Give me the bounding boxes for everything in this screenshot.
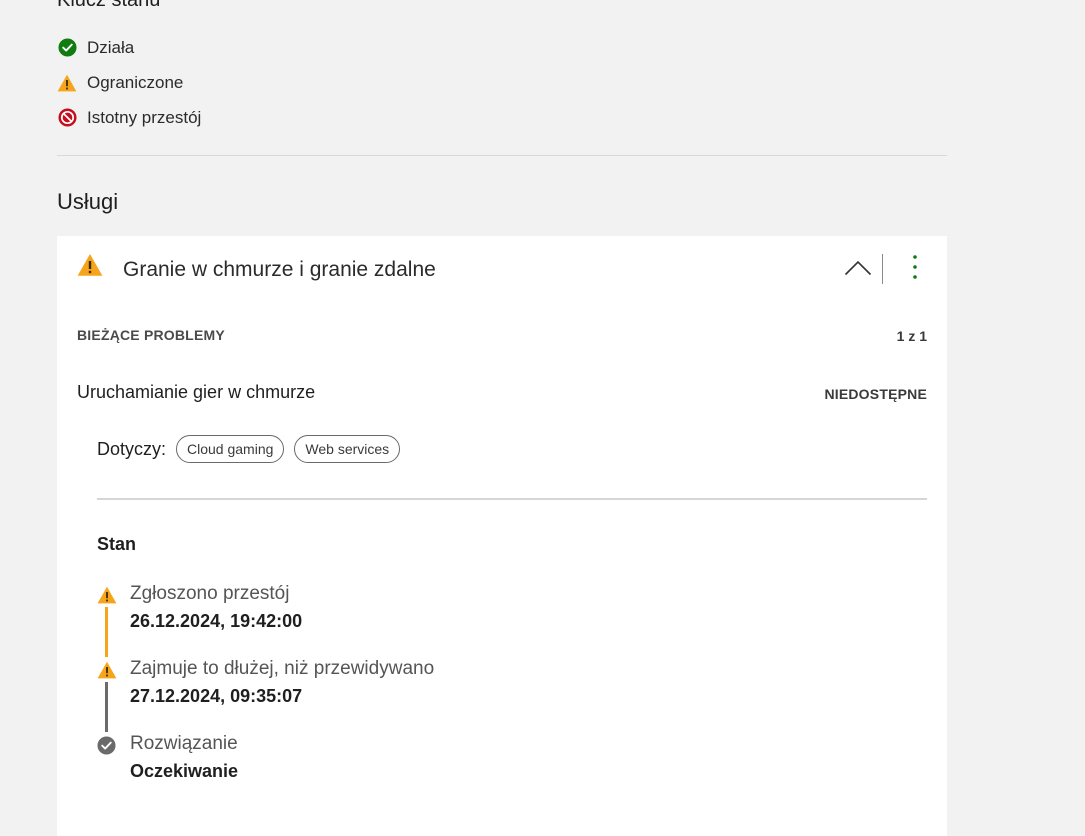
- timeline-item-text: Rozwiązanie: [130, 733, 238, 754]
- service-card-header[interactable]: Granie w chmurze i granie zdalne: [57, 236, 947, 304]
- legend-list: Działa Ograniczone Istotny przestój: [57, 30, 201, 135]
- affects-row: Dotyczy: Cloud gaming Web services: [97, 435, 410, 463]
- warning-triangle-icon: [97, 661, 117, 679]
- timeline-item-date: Oczekiwanie: [130, 761, 239, 781]
- current-issues-label: BIEŻĄCE PROBLEMY: [77, 327, 225, 343]
- timeline-item-date: 26.12.2024, 19:42:00: [130, 611, 303, 631]
- section-divider: [57, 155, 947, 156]
- services-title: Usługi: [57, 189, 119, 214]
- header-separator: [882, 254, 883, 284]
- warning-triangle-icon: [77, 253, 103, 277]
- service-card: Granie w chmurze i granie zdalne BIEŻĄCE…: [57, 236, 947, 836]
- blocked-circle-icon: [57, 108, 77, 128]
- issue-divider: [97, 498, 927, 500]
- affects-label: Dotyczy:: [97, 438, 167, 459]
- tag-cloud-gaming[interactable]: Cloud gaming: [176, 435, 285, 463]
- legend-item-label: Działa: [87, 37, 135, 57]
- tag-web-services[interactable]: Web services: [294, 435, 401, 463]
- timeline-connector: [105, 607, 108, 657]
- status-timeline: Zgłoszono przestój 26.12.2024, 19:42:00 …: [97, 582, 697, 807]
- warning-triangle-icon: [57, 73, 77, 93]
- more-options-button[interactable]: [903, 254, 927, 284]
- collapse-button[interactable]: [841, 254, 875, 286]
- timeline-item: Zajmuje to dłużej, niż przewidywano 27.1…: [97, 657, 697, 732]
- legend-item-working: Działa: [57, 30, 201, 65]
- legend-item-limited: Ograniczone: [57, 65, 201, 100]
- check-circle-grey-icon: [97, 736, 117, 755]
- status-history-title: Stan: [97, 534, 137, 554]
- chevron-up-icon: [844, 260, 872, 281]
- check-circle-icon: [57, 38, 77, 58]
- timeline-item-text: Zajmuje to dłużej, niż przewidywano: [130, 658, 435, 679]
- timeline-item: Zgłoszono przestój 26.12.2024, 19:42:00: [97, 582, 697, 657]
- warning-triangle-icon: [97, 586, 117, 604]
- legend-item-label: Istotny przestój: [87, 107, 202, 127]
- more-vertical-icon: [913, 254, 917, 285]
- legend-item-outage: Istotny przestój: [57, 100, 201, 135]
- service-card-title: Granie w chmurze i granie zdalne: [123, 258, 436, 281]
- issue-title: Uruchamianie gier w chmurze: [77, 382, 316, 402]
- timeline-item-date: 27.12.2024, 09:35:07: [130, 686, 303, 706]
- timeline-item-text: Zgłoszono przestój: [130, 583, 290, 604]
- timeline-connector: [105, 682, 108, 732]
- timeline-item: Rozwiązanie Oczekiwanie: [97, 732, 697, 807]
- issue-status: NIEDOSTĘPNE: [824, 386, 927, 402]
- legend-title: Klucz stanu: [57, 0, 161, 11]
- legend-item-label: Ograniczone: [87, 72, 184, 92]
- issue-pager: 1 z 1: [896, 328, 927, 344]
